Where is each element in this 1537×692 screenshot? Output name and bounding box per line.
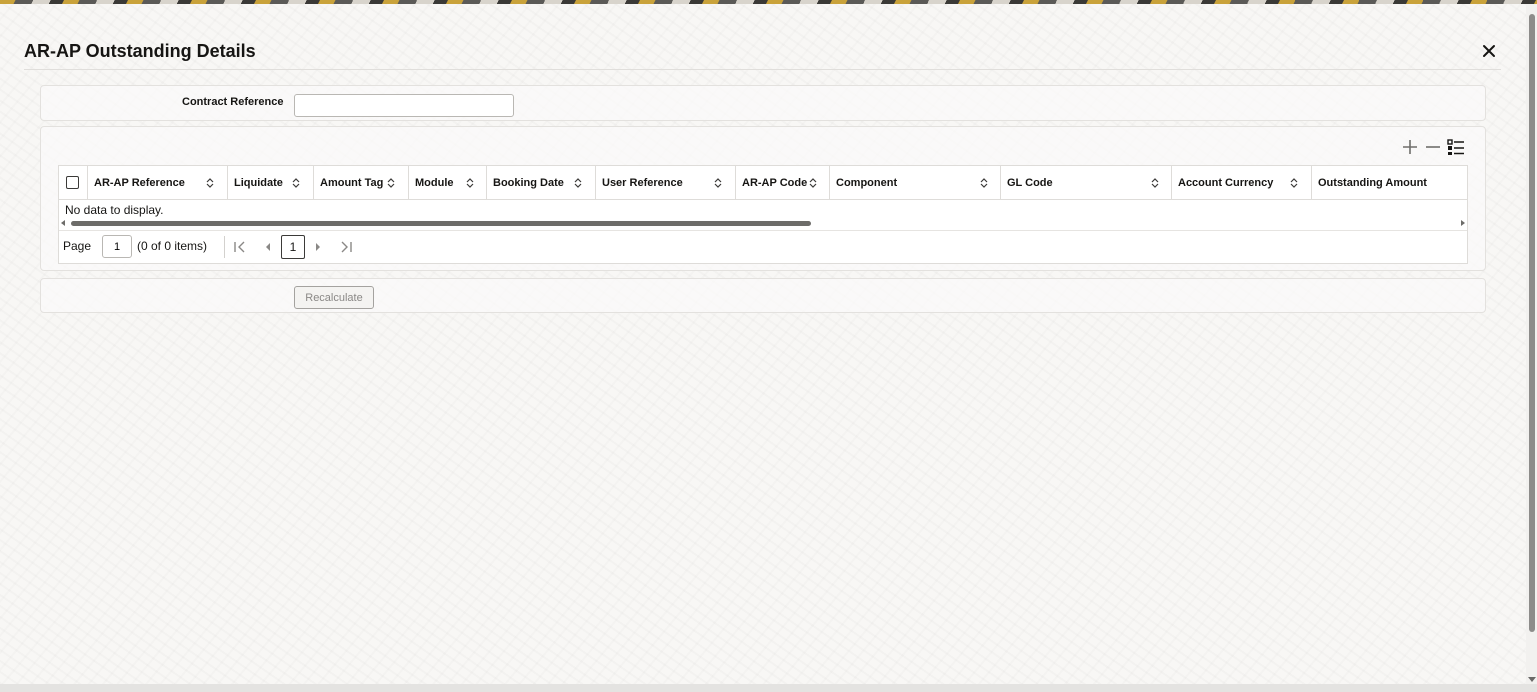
page-label: Page bbox=[63, 239, 92, 253]
last-page-icon bbox=[341, 241, 352, 253]
scrollbar-thumb[interactable] bbox=[71, 221, 811, 226]
vertical-scrollbar[interactable] bbox=[1526, 4, 1537, 684]
column-header-label: Component bbox=[836, 177, 898, 189]
sort-icon bbox=[466, 178, 474, 188]
column-header-user-reference[interactable]: User Reference bbox=[596, 166, 736, 200]
column-header-label: Amount Tag bbox=[320, 177, 384, 189]
sort-icon bbox=[714, 178, 722, 188]
first-page-icon bbox=[234, 241, 245, 253]
column-header-booking-date[interactable]: Booking Date bbox=[487, 166, 596, 200]
column-header-amount-tag[interactable]: Amount Tag bbox=[314, 166, 409, 200]
minus-icon bbox=[1426, 146, 1440, 148]
sort-icon bbox=[574, 178, 582, 188]
select-all-checkbox[interactable] bbox=[66, 176, 79, 189]
previous-page-icon bbox=[266, 243, 270, 251]
page-number-input[interactable] bbox=[102, 235, 132, 258]
close-button[interactable] bbox=[1478, 40, 1500, 62]
next-page-icon bbox=[316, 243, 320, 251]
column-header-ar-ap-code[interactable]: AR-AP Code bbox=[736, 166, 830, 200]
pagination-bar: Page (0 of 0 items) 1 bbox=[59, 230, 1467, 264]
column-header-module[interactable]: Module bbox=[409, 166, 487, 200]
sort-icon bbox=[1151, 178, 1159, 188]
scroll-down-icon[interactable] bbox=[1528, 677, 1536, 682]
select-all-cell bbox=[59, 166, 88, 200]
bottom-scroll-track bbox=[0, 684, 1537, 692]
column-header-label: AR-AP Reference bbox=[94, 177, 185, 189]
list-view-icon bbox=[1447, 139, 1464, 155]
column-header-account-currency[interactable]: Account Currency bbox=[1172, 166, 1312, 200]
column-header-liquidate[interactable]: Liquidate bbox=[228, 166, 314, 200]
column-header-label: Liquidate bbox=[234, 177, 283, 189]
column-header-label: Booking Date bbox=[493, 177, 564, 189]
recalculate-button[interactable]: Recalculate bbox=[294, 286, 374, 309]
dialog-title: AR-AP Outstanding Details bbox=[24, 41, 256, 61]
grid-header: AR-AP Reference Liquidate Amount Tag Mod… bbox=[59, 166, 1467, 200]
plus-icon bbox=[1403, 140, 1417, 154]
contract-reference-input[interactable] bbox=[294, 94, 514, 117]
column-header-ar-ap-reference[interactable]: AR-AP Reference bbox=[88, 166, 228, 200]
title-divider bbox=[24, 69, 1501, 70]
sort-icon bbox=[387, 178, 395, 188]
contract-reference-label: Contract Reference bbox=[182, 96, 284, 108]
empty-grid-message: No data to display. bbox=[65, 203, 164, 217]
column-header-label: Module bbox=[415, 177, 454, 189]
first-page-button[interactable] bbox=[231, 237, 249, 257]
scroll-left-icon[interactable] bbox=[61, 220, 65, 226]
column-header-gl-code[interactable]: GL Code bbox=[1001, 166, 1172, 200]
action-panel bbox=[40, 278, 1486, 313]
column-header-label: AR-AP Code bbox=[742, 177, 808, 189]
column-header-component[interactable]: Component bbox=[830, 166, 1001, 200]
current-page-indicator: 1 bbox=[281, 235, 305, 259]
sort-icon bbox=[292, 178, 300, 188]
close-icon bbox=[1483, 45, 1495, 57]
scroll-right-icon[interactable] bbox=[1461, 220, 1465, 226]
outstanding-details-grid: AR-AP Reference Liquidate Amount Tag Mod… bbox=[58, 165, 1468, 264]
last-page-button[interactable] bbox=[337, 237, 355, 257]
sort-icon bbox=[809, 178, 817, 188]
column-header-label: Outstanding Amount bbox=[1318, 177, 1427, 189]
horizontal-scrollbar[interactable] bbox=[59, 219, 1467, 227]
column-header-label: GL Code bbox=[1007, 177, 1053, 189]
next-page-button[interactable] bbox=[309, 237, 327, 257]
view-details-button[interactable] bbox=[1446, 137, 1466, 157]
delete-row-button[interactable] bbox=[1423, 137, 1443, 157]
column-header-outstanding-amount[interactable]: Outstanding Amount bbox=[1312, 166, 1467, 200]
column-header-label: Account Currency bbox=[1178, 177, 1274, 189]
pager-divider bbox=[224, 236, 225, 258]
sort-icon bbox=[1290, 178, 1298, 188]
item-count: (0 of 0 items) bbox=[137, 239, 208, 253]
sort-icon bbox=[206, 178, 214, 188]
sort-icon bbox=[980, 178, 988, 188]
column-header-label: User Reference bbox=[602, 177, 683, 189]
vertical-scrollbar-thumb[interactable] bbox=[1529, 14, 1535, 632]
add-row-button[interactable] bbox=[1400, 137, 1420, 157]
previous-page-button[interactable] bbox=[259, 237, 277, 257]
